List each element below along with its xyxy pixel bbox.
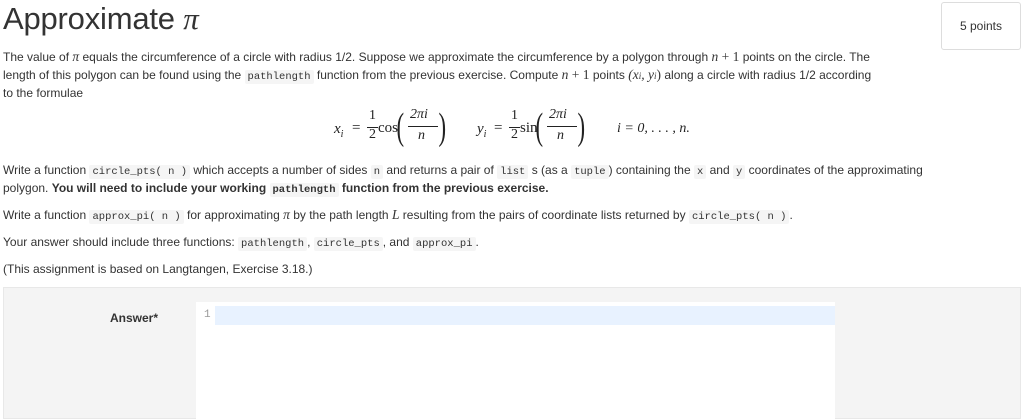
formula-half-den-2: 2 bbox=[511, 127, 518, 142]
formula-half-num-1: 1 bbox=[369, 108, 376, 123]
task-line-3: Write a function approx_pi( n ) for appr… bbox=[3, 207, 793, 224]
task-line-4: Your answer should include three functio… bbox=[3, 235, 479, 251]
formula-cos: cos bbox=[378, 120, 398, 136]
formula-range: i = 0, . . . , n. bbox=[617, 121, 690, 136]
page-title: Approximate π bbox=[3, 1, 199, 36]
attribution: (This assignment is based on Langtangen,… bbox=[3, 262, 313, 276]
formula-half-num-2: 1 bbox=[511, 108, 518, 123]
editor-current-line[interactable] bbox=[215, 306, 835, 325]
formula-eq-1: = bbox=[352, 120, 361, 136]
formula-eq-2: = bbox=[494, 120, 503, 136]
formula-den-2: n bbox=[557, 128, 564, 143]
formula-num-2: 2πi bbox=[549, 107, 567, 122]
intro-line-3: to the formulae bbox=[3, 86, 84, 100]
task-line-2: polygon. You will need to include your w… bbox=[3, 181, 549, 197]
formula-half-den-1: 2 bbox=[369, 127, 376, 142]
task-line-1: Write a function circle_pts( n ) which a… bbox=[3, 163, 923, 179]
intro-line-1: The value of π equals the circumference … bbox=[3, 49, 870, 64]
points-badge: 5 points bbox=[941, 2, 1021, 50]
editor-line-number: 1 bbox=[204, 309, 211, 321]
formula-num-1: 2πi bbox=[410, 107, 428, 122]
formula: xi = 1 2 cos ( 2πi n ) yi = 1 2 sin ( 2π… bbox=[334, 106, 690, 148]
formula-x: xi bbox=[334, 121, 344, 140]
answer-label: Answer* bbox=[110, 311, 159, 325]
code-pathlength: pathlength bbox=[244, 70, 314, 84]
formula-y: yi bbox=[477, 121, 487, 140]
formula-den-1: n bbox=[418, 128, 425, 143]
intro-line-2: length of this polygon can be found usin… bbox=[3, 67, 872, 84]
